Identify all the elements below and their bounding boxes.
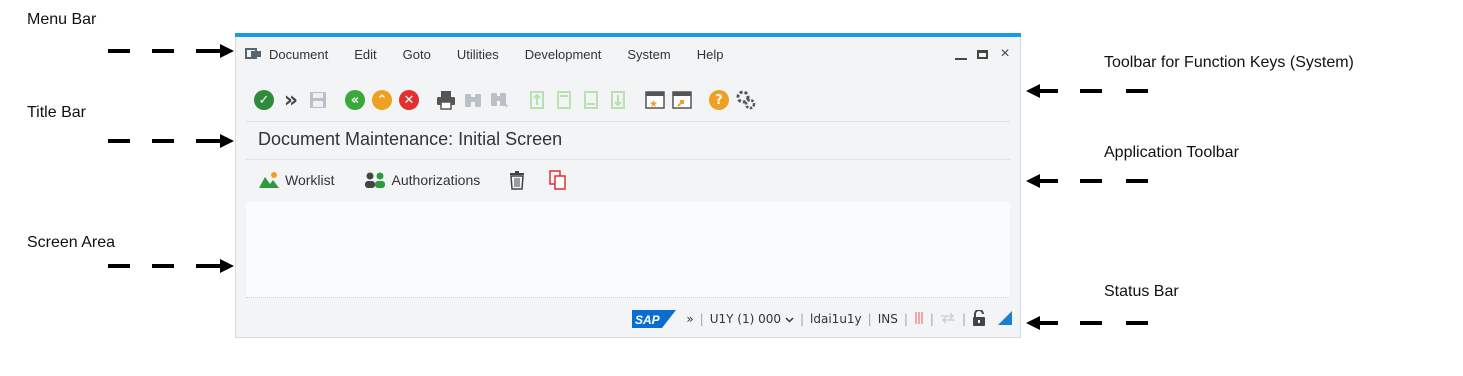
close-icon[interactable]: × [998, 46, 1012, 62]
customize-icon[interactable] [735, 89, 757, 111]
svg-text:+: + [504, 101, 509, 110]
arrow-toolbar-function-keys [1026, 84, 1148, 98]
sap-logo: SAP [632, 310, 677, 328]
separator [246, 159, 1010, 160]
authorizations-icon [364, 172, 385, 188]
copy-button[interactable] [549, 170, 572, 190]
more-indicator[interactable]: » [686, 312, 693, 326]
menu-bar: Document Edit Goto Utilities Development… [236, 38, 1020, 70]
authorizations-button[interactable]: Authorizations [363, 171, 481, 189]
annotation-menu-bar: Menu Bar [27, 11, 97, 28]
lock-icon[interactable] [972, 308, 986, 329]
cancel-icon[interactable]: ✕ [398, 89, 420, 111]
worklist-button[interactable]: Worklist [258, 171, 335, 189]
worklist-label: Worklist [285, 172, 335, 188]
window-accent-line [235, 33, 1021, 37]
worklist-icon [259, 172, 279, 188]
print-icon[interactable] [435, 89, 457, 111]
svg-text:SAP: SAP [635, 313, 661, 327]
exit-icon[interactable]: ⌃ [371, 89, 393, 111]
previous-page-icon[interactable] [553, 89, 575, 111]
arrow-menu-bar [108, 44, 236, 58]
menu-item-help[interactable]: Help [697, 47, 724, 62]
maximize-icon[interactable] [977, 49, 988, 59]
expand-icon[interactable]: » [280, 88, 302, 113]
user-id: ldai1u1y [810, 312, 862, 326]
arrow-status-bar [1026, 316, 1148, 330]
menu-item-edit[interactable]: Edit [354, 47, 376, 62]
system-toolbar: ✓ » « ⌃ ✕ + ★ ? [236, 84, 1020, 116]
save-icon[interactable] [307, 89, 329, 111]
arrow-application-toolbar [1026, 174, 1148, 188]
menu-item-document[interactable]: Document [269, 47, 328, 62]
authorizations-label: Authorizations [391, 172, 481, 188]
shortcut-icon[interactable] [671, 89, 693, 111]
svg-text:★: ★ [649, 99, 658, 110]
window-controls: × [955, 46, 1012, 62]
annotation-screen-area: Screen Area [27, 234, 116, 251]
menu-item-goto[interactable]: Goto [403, 47, 431, 62]
enter-icon[interactable]: ✓ [253, 89, 275, 111]
annotation-toolbar-function-keys: Toolbar for Function Keys (System) [1104, 54, 1354, 71]
page-title: Document Maintenance: Initial Screen [258, 129, 563, 149]
create-session-icon[interactable]: ★ [644, 89, 666, 111]
annotation-title-bar: Title Bar [27, 104, 86, 121]
input-mode[interactable]: INS [878, 312, 898, 326]
chevron-down-icon[interactable] [785, 312, 794, 326]
trash-icon [510, 171, 525, 190]
annotation-status-bar: Status Bar [1104, 283, 1179, 300]
arrow-title-bar [108, 134, 236, 148]
find-next-icon[interactable]: + [489, 89, 511, 111]
find-icon[interactable] [462, 89, 484, 111]
sap-window: Document Edit Goto Utilities Development… [235, 33, 1021, 338]
copy-icon [549, 170, 566, 190]
resize-handle-icon[interactable] [998, 310, 1012, 328]
menu-icon[interactable] [245, 48, 261, 60]
arrow-screen-area [108, 259, 236, 273]
delete-button[interactable] [508, 170, 531, 190]
minimize-icon[interactable] [955, 58, 967, 60]
menu-item-system[interactable]: System [627, 47, 670, 62]
system-info[interactable]: U1Y (1) 000 [710, 312, 781, 326]
annotation-application-toolbar: Application Toolbar [1104, 144, 1239, 161]
connection-icon [940, 312, 956, 327]
help-icon[interactable]: ? [708, 89, 730, 111]
transaction-icon [914, 311, 924, 328]
last-page-icon[interactable] [607, 89, 629, 111]
menu-item-development[interactable]: Development [525, 47, 602, 62]
back-icon[interactable]: « [344, 89, 366, 111]
menu-item-utilities[interactable]: Utilities [457, 47, 499, 62]
first-page-icon[interactable] [526, 89, 548, 111]
next-page-icon[interactable] [580, 89, 602, 111]
separator [246, 121, 1010, 122]
application-toolbar: Worklist Authorizations [258, 167, 600, 193]
screen-area [246, 202, 1010, 298]
status-bar: SAP » | U1Y (1) 000 | ldai1u1y | INS | |… [236, 301, 1020, 337]
